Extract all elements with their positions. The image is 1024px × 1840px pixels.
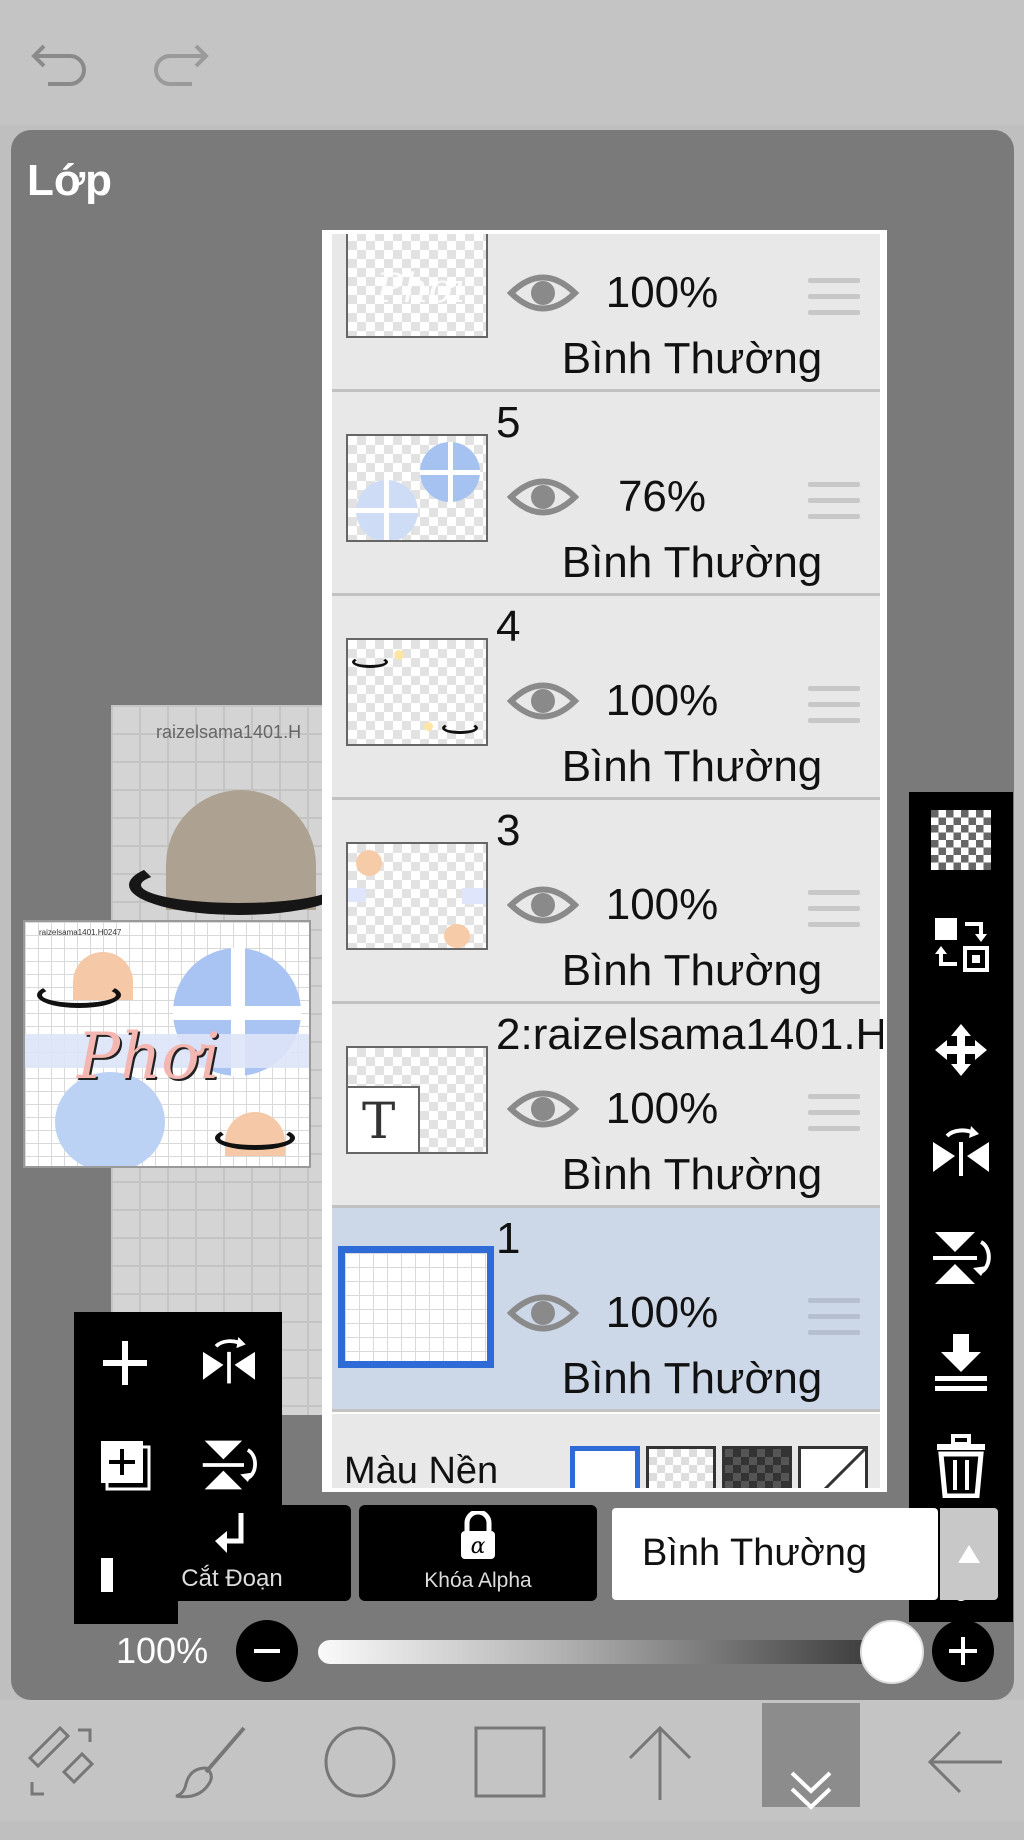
layer-row-6[interactable]: Phơi 100% Bình Thường: [332, 234, 880, 392]
swatch-none[interactable]: [798, 1446, 868, 1488]
undo-icon[interactable]: [30, 30, 90, 91]
layer-thumbnail: [346, 434, 488, 542]
move-icon[interactable]: [925, 1014, 997, 1086]
swatch-dark-checker[interactable]: [722, 1446, 792, 1488]
arrow-up-icon[interactable]: [610, 1712, 710, 1812]
merge-down-icon[interactable]: [925, 1326, 997, 1398]
swatch-light-checker[interactable]: [646, 1446, 716, 1488]
swap-layers-icon[interactable]: [925, 908, 997, 980]
layer-thumbnail: Phơi: [346, 234, 488, 338]
opacity-decrease-button[interactable]: [236, 1620, 298, 1682]
opacity-slider-knob[interactable]: [860, 1620, 924, 1684]
drag-handle-icon[interactable]: [808, 1094, 860, 1134]
layer-row-1[interactable]: 1 100% Bình Thường: [332, 1208, 880, 1412]
clip-label: Cắt Đoạn: [181, 1565, 283, 1592]
square-icon[interactable]: [460, 1712, 560, 1812]
brush-icon[interactable]: [160, 1712, 260, 1812]
alpha-lock-label: Khóa Alpha: [424, 1569, 532, 1592]
layer-blend-mode: Bình Thường: [561, 334, 823, 383]
add-layer-icon[interactable]: [80, 1318, 170, 1408]
drag-handle-icon[interactable]: [808, 890, 860, 930]
blend-mode-select[interactable]: Bình Thường: [612, 1508, 938, 1600]
opacity-value: 100%: [116, 1630, 209, 1671]
thumb-text: Phơi: [77, 1020, 221, 1094]
layer-list[interactable]: Phơi 100% Bình Thường 5 76% Bình Thường …: [322, 230, 887, 1492]
layer-opacity: 100%: [605, 880, 719, 929]
clip-button[interactable]: Cắt Đoạn: [113, 1505, 351, 1601]
layer-opacity: 100%: [605, 1084, 719, 1133]
opacity-increase-button[interactable]: [932, 1620, 994, 1682]
blend-mode-value: Bình Thường: [642, 1532, 868, 1574]
opacity-slider[interactable]: [318, 1640, 898, 1664]
canvas-thumbnail[interactable]: raizelsama1401.H0247 Phơi: [23, 920, 311, 1168]
layer-number: 5: [496, 398, 521, 447]
layer-opacity: 100%: [605, 676, 719, 725]
layer-opacity: 100%: [605, 268, 719, 317]
layer-number: 3: [496, 806, 521, 855]
layer-opacity: 76%: [617, 472, 707, 521]
flip-v-icon[interactable]: [184, 1420, 274, 1510]
eye-icon[interactable]: [506, 1290, 580, 1336]
layer-number: 2:raizelsama1401.H: [496, 1010, 887, 1059]
layer-blend-mode: Bình Thường: [561, 538, 823, 587]
text-layer-icon: T: [362, 1092, 396, 1150]
background-row: Màu Nền: [332, 1414, 880, 1492]
eye-icon[interactable]: [506, 678, 580, 724]
layer-thumbnail: T: [346, 1046, 488, 1154]
layer-row-3[interactable]: 3 100% Bình Thường: [332, 800, 880, 1004]
layer-blend-mode: Bình Thường: [561, 946, 823, 995]
panel-title: Lớp: [27, 156, 113, 205]
back-icon[interactable]: [914, 1712, 1014, 1812]
flip-vertical-icon[interactable]: [925, 1222, 997, 1294]
drag-handle-icon[interactable]: [808, 686, 860, 726]
top-bar: [0, 0, 1024, 125]
redo-icon[interactable]: [150, 30, 210, 91]
circle-icon[interactable]: [310, 1712, 410, 1812]
collapse-icon[interactable]: [761, 1740, 861, 1840]
layer-blend-mode: Bình Thường: [561, 1150, 823, 1199]
layer-row-2[interactable]: T 2:raizelsama1401.H 100% Bình Thường: [332, 1004, 883, 1208]
flip-horizontal-icon[interactable]: [925, 1118, 997, 1190]
flip-h-icon[interactable]: [184, 1318, 274, 1408]
eye-icon[interactable]: [506, 882, 580, 928]
background-label: Màu Nền: [344, 1450, 499, 1492]
layer-opacity: 100%: [605, 1288, 719, 1337]
layer-blend-mode: Bình Thường: [561, 1354, 823, 1403]
layer-number: 1: [496, 1214, 521, 1263]
trash-icon[interactable]: [925, 1430, 997, 1502]
eye-icon[interactable]: [506, 1086, 580, 1132]
transform-icon[interactable]: [10, 1712, 110, 1812]
layer-row-4[interactable]: 4 100% Bình Thường: [332, 596, 880, 800]
duplicate-layer-icon[interactable]: [80, 1420, 170, 1510]
drag-handle-icon[interactable]: [808, 1298, 860, 1338]
right-toolbar: [909, 792, 1013, 1622]
svg-text:α: α: [471, 1534, 486, 1559]
layer-number: 4: [496, 602, 521, 651]
eye-icon[interactable]: [506, 270, 580, 316]
swatch-white[interactable]: [570, 1446, 640, 1488]
drag-handle-icon[interactable]: [808, 482, 860, 522]
layer-blend-mode: Bình Thường: [561, 742, 823, 791]
drag-handle-icon[interactable]: [808, 278, 860, 318]
layer-row-5[interactable]: 5 76% Bình Thường: [332, 392, 880, 596]
thumb-watermark: raizelsama1401.H0247: [39, 928, 122, 937]
alpha-lock-button[interactable]: α Khóa Alpha: [359, 1505, 597, 1601]
layer-thumbnail: [338, 1246, 494, 1368]
layer-thumbnail: [346, 638, 488, 746]
blend-dropdown-arrow-icon[interactable]: [940, 1508, 998, 1600]
eye-icon[interactable]: [506, 474, 580, 520]
checker-icon[interactable]: [925, 804, 997, 876]
canvas-watermark: raizelsama1401.H: [156, 722, 302, 742]
layer-thumbnail: [346, 842, 488, 950]
